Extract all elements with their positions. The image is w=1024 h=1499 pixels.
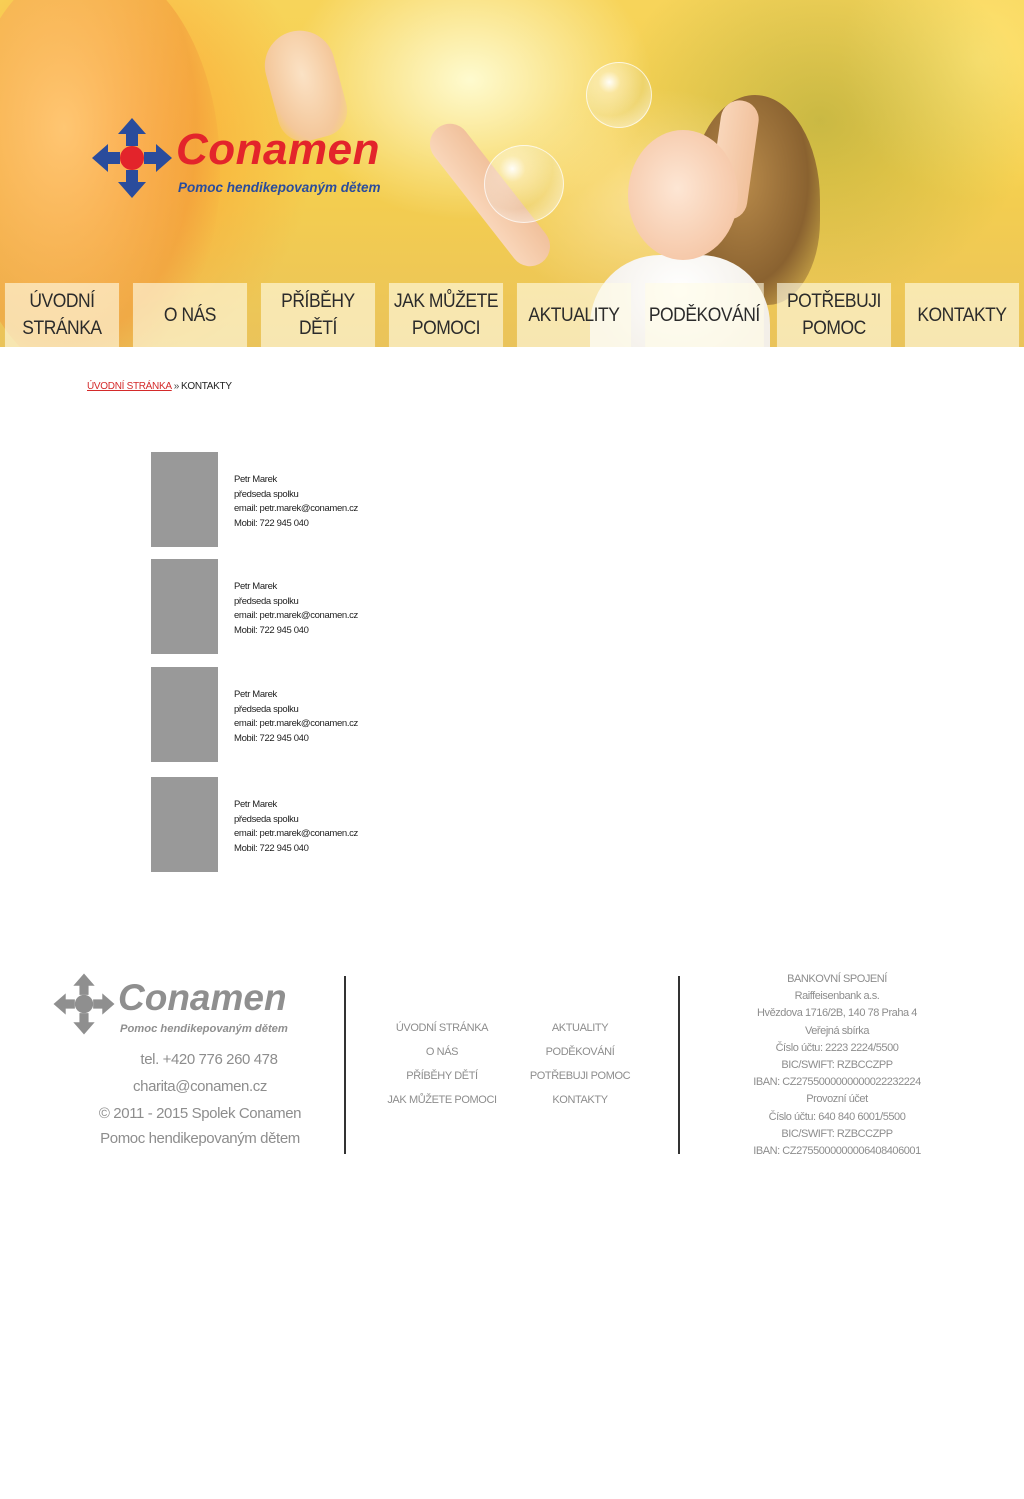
footer-link-home[interactable]: ÚVODNÍ STRÁNKA (372, 1016, 512, 1040)
contact-role: předseda spolku (234, 703, 299, 715)
logo-tagline: Pomoc hendikepovaným dětem (178, 180, 381, 195)
nav-item-need-help[interactable]: POTŘEBUJI POMOC (777, 283, 892, 347)
bank-account-title: Veřejná sbírka (804, 1024, 870, 1037)
contact-info: Petr Marek předseda spolku email: petr.m… (234, 473, 358, 531)
footer-link-about[interactable]: O NÁS (372, 1040, 512, 1064)
site-logo[interactable]: Conamen Pomoc hendikepovaným dětem (90, 116, 420, 202)
footer-link-need-help[interactable]: POTŘEBUJI POMOC (510, 1064, 650, 1088)
contact-email[interactable]: email: petr.marek@conamen.cz (234, 502, 358, 517)
contact-name: Petr Marek (234, 799, 277, 810)
contact-phone: Mobil: 722 945 040 (234, 732, 309, 744)
bank-iban: IBAN: CZ2755000000006408406001 (753, 1145, 921, 1158)
contact-info: Petr Marek předseda spolku email: petr.m… (234, 688, 358, 746)
contact-card: Petr Marek předseda spolku email: petr.m… (151, 777, 551, 872)
contact-phone: Mobil: 722 945 040 (234, 517, 309, 529)
bank-swift: BIC/SWIFT: RZBCCZPP (781, 1127, 893, 1140)
logo-wordmark: Conamen (176, 125, 380, 174)
bank-account-number: Číslo účtu: 2223 2224/5500 (775, 1041, 899, 1054)
footer-link-how-to-help[interactable]: JAK MŮŽETE POMOCI (372, 1088, 512, 1112)
bubble-image (586, 62, 652, 128)
contact-photo (151, 452, 218, 547)
logo-arrows-icon (92, 118, 172, 198)
bank-name: Raiffeisenbank a.s. (794, 990, 880, 1003)
footer-divider (678, 976, 680, 1154)
banner-photo-child-face (628, 130, 738, 260)
nav-item-how-to-help[interactable]: JAK MŮŽETE POMOCI (388, 283, 503, 347)
contact-role: předseda spolku (234, 595, 299, 607)
footer-logo-wordmark: Conamen (118, 977, 287, 1018)
footer-logo-arrows-icon (53, 973, 115, 1035)
footer-logo[interactable]: Conamen Pomoc hendikepovaným dětem (52, 972, 312, 1038)
bubble-image (484, 145, 564, 223)
footer-menu-column: AKTUALITY PODĚKOVÁNÍ POTŘEBUJI POMOC KON… (510, 1016, 650, 1112)
contact-phone: Mobil: 722 945 040 (234, 624, 309, 636)
bank-iban: IBAN: CZ2755000000000022232224 (753, 1076, 921, 1089)
contact-role: předseda spolku (234, 488, 299, 500)
contact-photo (151, 667, 218, 762)
footer-copyright: © 2011 - 2015 Spolek Conamen (98, 1105, 302, 1122)
nav-item-about[interactable]: O NÁS (132, 283, 247, 347)
contact-info: Petr Marek předseda spolku email: petr.m… (234, 580, 358, 638)
footer-bank-info: BANKOVNÍ SPOJENÍ Raiffeisenbank a.s. Hvě… (700, 971, 974, 1160)
main-navigation: ÚVODNÍ STRÁNKA O NÁS PŘÍBĚHY DĚTÍ JAK MŮ… (0, 283, 1024, 347)
breadcrumb-home-link[interactable]: ÚVODNÍ STRÁNKA (87, 381, 172, 392)
contact-card: Petr Marek předseda spolku email: petr.m… (151, 452, 551, 547)
footer-link-stories[interactable]: PŘÍBĚHY DĚTÍ (372, 1064, 512, 1088)
bank-account-title: Provozní účet (806, 1093, 868, 1106)
bank-account-number: Číslo účtu: 640 840 6001/5500 (768, 1110, 906, 1123)
footer-link-contacts[interactable]: KONTAKTY (510, 1088, 650, 1112)
contact-name: Petr Marek (234, 581, 277, 592)
nav-item-stories[interactable]: PŘÍBĚHY DĚTÍ (260, 283, 375, 347)
footer-link-news[interactable]: AKTUALITY (510, 1016, 650, 1040)
contact-phone: Mobil: 722 945 040 (234, 842, 309, 854)
contact-photo (151, 559, 218, 654)
footer-email[interactable]: charita@conamen.cz (60, 1073, 340, 1100)
contact-email[interactable]: email: petr.marek@conamen.cz (234, 827, 358, 842)
nav-item-home[interactable]: ÚVODNÍ STRÁNKA (4, 283, 119, 347)
nav-item-thanks[interactable]: PODĚKOVÁNÍ (644, 283, 764, 347)
nav-item-news[interactable]: AKTUALITY (516, 283, 631, 347)
footer-menu-column: ÚVODNÍ STRÁNKA O NÁS PŘÍBĚHY DĚTÍ JAK MŮ… (372, 1016, 512, 1112)
contact-email[interactable]: email: petr.marek@conamen.cz (234, 717, 358, 732)
footer-contact: tel. +420 776 260 478 charita@conamen.cz… (60, 1046, 340, 1150)
footer: Conamen Pomoc hendikepovaným dětem tel. … (0, 960, 1024, 1180)
bank-address: Hvězdova 1716/2B, 140 78 Praha 4 (757, 1007, 917, 1020)
header-banner: Conamen Pomoc hendikepovaným dětem ÚVODN… (0, 0, 1024, 347)
contact-role: předseda spolku (234, 813, 299, 825)
nav-item-contacts[interactable]: KONTAKTY (905, 283, 1020, 347)
bank-heading: BANKOVNÍ SPOJENÍ (787, 973, 887, 985)
breadcrumb: ÚVODNÍ STRÁNKA» KONTAKTY (87, 381, 232, 393)
contact-photo (151, 777, 218, 872)
footer-phone: tel. +420 776 260 478 (140, 1051, 278, 1068)
footer-divider (344, 976, 346, 1154)
breadcrumb-separator: » (173, 381, 180, 392)
footer-logo-tagline: Pomoc hendikepovaným dětem (120, 1023, 288, 1035)
breadcrumb-current: KONTAKTY (180, 381, 232, 392)
contact-info: Petr Marek předseda spolku email: petr.m… (234, 798, 358, 856)
contact-name: Petr Marek (234, 474, 277, 485)
contact-email[interactable]: email: petr.marek@conamen.cz (234, 609, 358, 624)
footer-link-thanks[interactable]: PODĚKOVÁNÍ (510, 1040, 650, 1064)
contact-card: Petr Marek předseda spolku email: petr.m… (151, 559, 551, 654)
contact-card: Petr Marek předseda spolku email: petr.m… (151, 667, 551, 762)
footer-copyright-sub: Pomoc hendikepovaným dětem (100, 1130, 300, 1147)
contact-name: Petr Marek (234, 689, 277, 700)
bank-swift: BIC/SWIFT: RZBCCZPP (781, 1059, 893, 1072)
